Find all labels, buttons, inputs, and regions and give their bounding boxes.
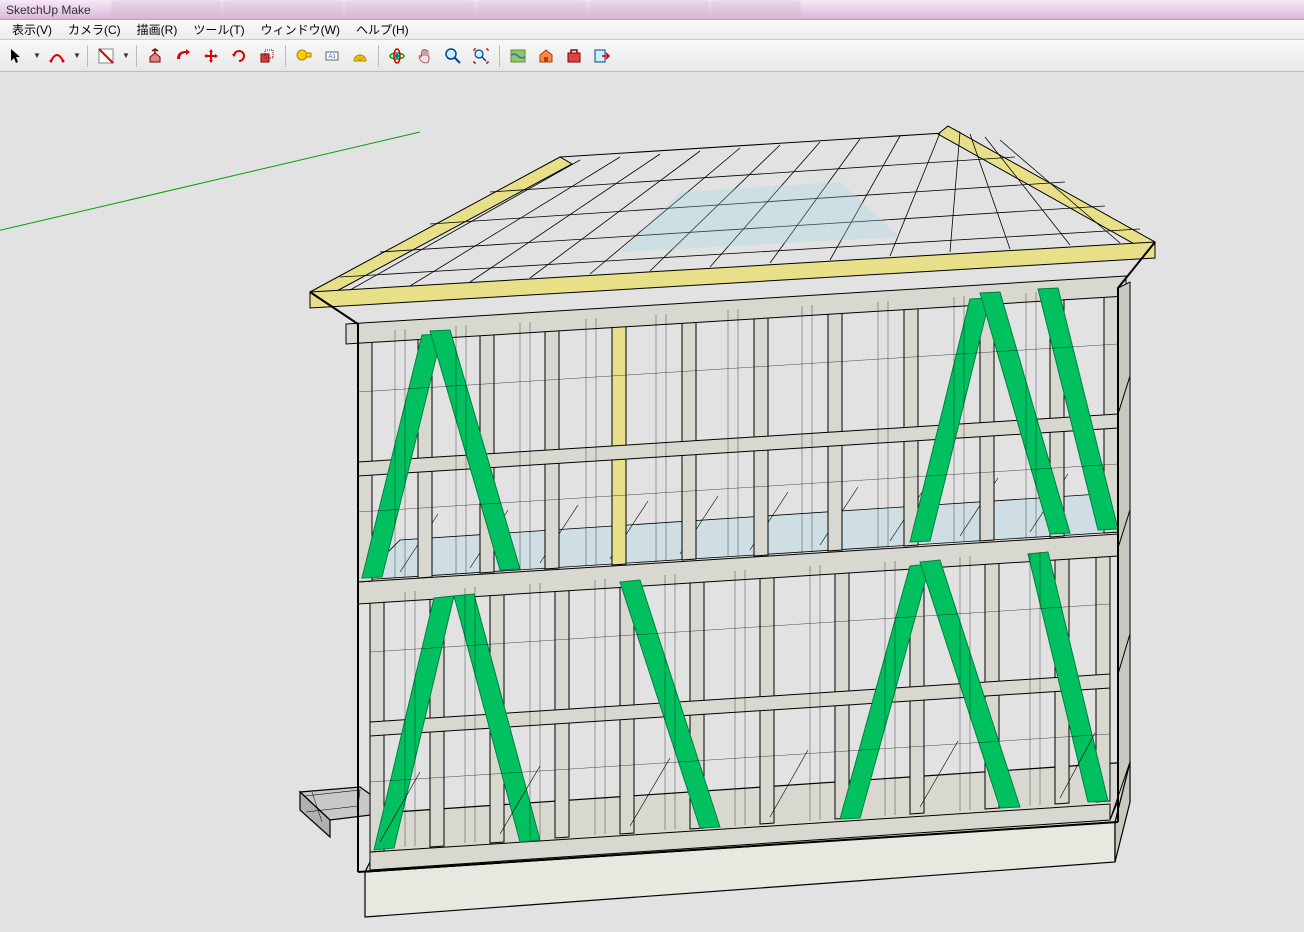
extensions-tool[interactable]: [561, 43, 587, 69]
move-tool[interactable]: [198, 43, 224, 69]
extensions-icon: [565, 47, 583, 65]
move-icon: [202, 47, 220, 65]
tape-icon: [295, 47, 313, 65]
chevron-down-icon[interactable]: ▼: [72, 51, 82, 60]
export-icon: [593, 47, 611, 65]
arc-tool[interactable]: [44, 43, 70, 69]
zoom-extents-icon: [472, 47, 490, 65]
bg-tab: [477, 0, 587, 19]
rotate-tool[interactable]: [226, 43, 252, 69]
menu-window[interactable]: ウィンドウ(W): [253, 19, 348, 40]
pushpull-tool[interactable]: [142, 43, 168, 69]
select-icon: [8, 47, 26, 65]
orbit-tool[interactable]: [384, 43, 410, 69]
face-style-tool[interactable]: [93, 43, 119, 69]
rotate-icon: [230, 47, 248, 65]
toolbar: ▼ ▼ ▼: [0, 40, 1304, 72]
pan-icon: [416, 47, 434, 65]
face-style-icon: [97, 47, 115, 65]
bg-tab: [345, 0, 475, 19]
menu-help[interactable]: ヘルプ(H): [348, 19, 417, 40]
toolbar-separator: [87, 45, 88, 67]
pushpull-icon: [146, 47, 164, 65]
zoom-icon: [444, 47, 462, 65]
zoom-tool[interactable]: [440, 43, 466, 69]
viewport-3d[interactable]: [0, 72, 1304, 932]
chevron-down-icon[interactable]: ▼: [32, 51, 42, 60]
tape-tool[interactable]: [291, 43, 317, 69]
warehouse-tool[interactable]: [533, 43, 559, 69]
followme-icon: [174, 47, 192, 65]
toolbar-separator: [285, 45, 286, 67]
menu-camera[interactable]: カメラ(C): [60, 19, 129, 40]
pan-tool[interactable]: [412, 43, 438, 69]
titlebar: SketchUp Make: [0, 0, 1304, 20]
warehouse-icon: [537, 47, 555, 65]
scale-tool[interactable]: [254, 43, 280, 69]
toolbar-separator: [499, 45, 500, 67]
map-tool[interactable]: [505, 43, 531, 69]
followme-tool[interactable]: [170, 43, 196, 69]
protractor-tool[interactable]: [347, 43, 373, 69]
menu-tools[interactable]: ツール(T): [185, 19, 252, 40]
model-canvas: [0, 72, 1304, 932]
menu-view[interactable]: 表示(V): [4, 19, 60, 40]
toolbar-separator: [136, 45, 137, 67]
export-tool[interactable]: [589, 43, 615, 69]
chevron-down-icon[interactable]: ▼: [121, 51, 131, 60]
protractor-icon: [351, 47, 369, 65]
background-tabs: [111, 0, 801, 19]
zoom-extents-tool[interactable]: [468, 43, 494, 69]
map-icon: [509, 47, 527, 65]
menu-draw[interactable]: 描画(R): [129, 19, 186, 40]
bg-tab: [711, 0, 801, 19]
toolbar-separator: [378, 45, 379, 67]
svg-text:A1: A1: [328, 54, 336, 60]
scale-icon: [258, 47, 276, 65]
bg-tab: [589, 0, 709, 19]
dimension-icon: A1: [323, 47, 341, 65]
app-title: SketchUp Make: [6, 3, 91, 17]
select-tool[interactable]: [4, 43, 30, 69]
bg-tab: [223, 0, 343, 19]
menubar: 表示(V) カメラ(C) 描画(R) ツール(T) ウィンドウ(W) ヘルプ(H…: [0, 20, 1304, 40]
arc-icon: [48, 47, 66, 65]
bg-tab: [111, 0, 221, 19]
orbit-icon: [388, 47, 406, 65]
dimension-tool[interactable]: A1: [319, 43, 345, 69]
